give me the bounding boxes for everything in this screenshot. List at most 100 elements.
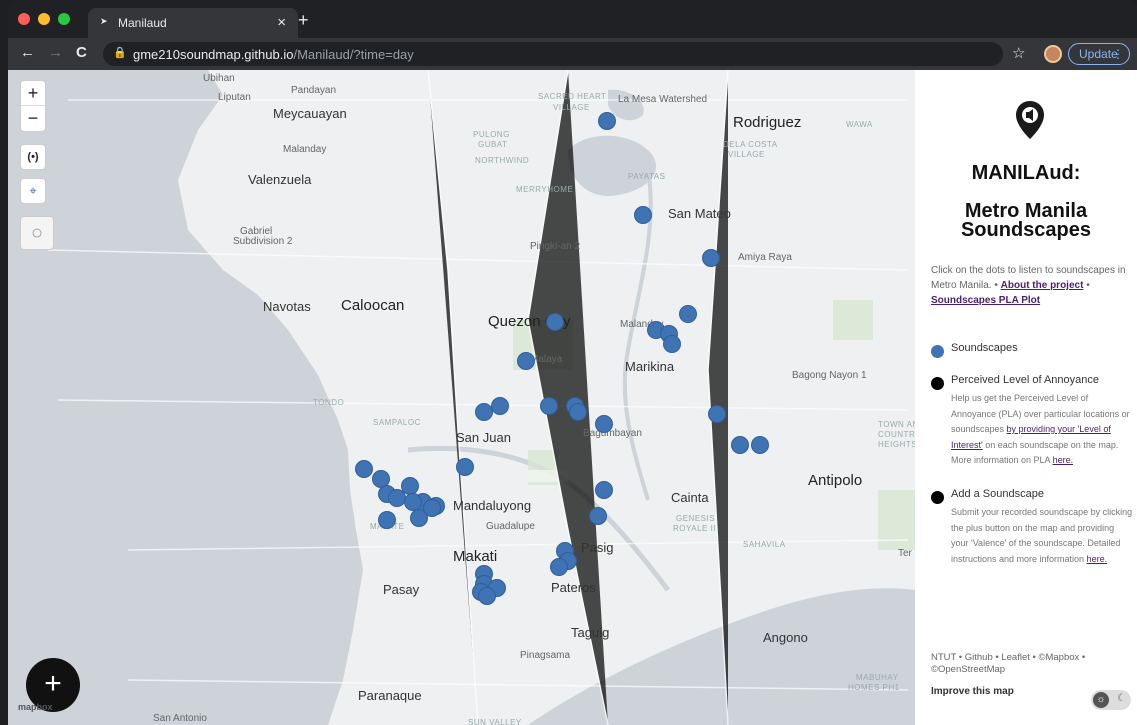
place-label: Navotas xyxy=(263,299,311,314)
profile-avatar[interactable] xyxy=(1044,45,1062,63)
pla-info-link[interactable]: here. xyxy=(1053,455,1074,465)
soundscape-dot[interactable] xyxy=(517,351,536,370)
place-label: Ubihan xyxy=(203,73,235,84)
maximize-window-button[interactable] xyxy=(58,13,70,25)
place-label: NORTHWIND xyxy=(475,156,530,165)
place-label: Meycauayan xyxy=(273,106,347,121)
place-label: Caloocan xyxy=(341,297,405,314)
theme-toggle[interactable]: ☼ ☾ xyxy=(1091,690,1131,710)
map-credits[interactable]: NTUT • Github • Leaflet • ©Mapbox • ©Ope… xyxy=(931,652,1131,676)
place-label: SAHAVILA xyxy=(743,540,786,549)
place-label: PAYATAS xyxy=(628,172,666,181)
soundscape-dot[interactable] xyxy=(549,558,568,577)
place-label: HOMES PH1 xyxy=(848,683,900,692)
intro-separator: • xyxy=(991,280,1001,291)
back-button[interactable]: ← xyxy=(20,44,35,61)
place-label: Pasig xyxy=(581,540,614,555)
sidebar-panel: MANILAud: Metro Manila Soundscapes Click… xyxy=(915,70,1137,725)
place-label: San Juan xyxy=(456,430,511,445)
intro-text: Click on the dots to listen to soundscap… xyxy=(931,263,1133,308)
soundscape-dot[interactable] xyxy=(491,396,510,415)
mapbox-logo[interactable]: mapbox xyxy=(18,702,53,712)
legend-soundscapes-title: Soundscapes xyxy=(951,342,1018,354)
sun-icon: ☼ xyxy=(1093,692,1109,708)
place-label: Liputan xyxy=(218,92,251,103)
moon-icon: ☾ xyxy=(1117,693,1126,704)
url-path: /Manilaud/?time=day xyxy=(293,47,414,62)
place-label: Rodriguez xyxy=(733,114,802,131)
browser-window: ➤ Manilaud × + ← → C 🔒 gme210soundmap.gi… xyxy=(8,0,1137,725)
close-window-button[interactable] xyxy=(18,13,30,25)
soundscape-dot[interactable] xyxy=(731,435,750,454)
place-label: Cainta xyxy=(671,490,709,505)
tab-manilaud[interactable]: ➤ Manilaud × xyxy=(88,8,298,38)
place-label: Pingki-an 2 xyxy=(530,241,581,252)
soundscape-dot[interactable] xyxy=(595,480,613,499)
forward-button[interactable]: → xyxy=(48,44,63,61)
blue-dot-icon xyxy=(931,345,944,358)
url-host: gme210soundmap.github.io xyxy=(133,47,294,62)
tab-favicon-icon: ➤ xyxy=(100,16,108,26)
place-label: TOWN AND xyxy=(878,420,915,429)
update-button[interactable]: Update ⋮ xyxy=(1068,43,1130,65)
zoom-control: + − xyxy=(20,80,46,132)
soundscape-dot[interactable] xyxy=(403,492,422,511)
place-label: Antipolo xyxy=(808,472,863,489)
more-menu-icon[interactable]: ⋮ xyxy=(1112,47,1124,61)
tab-title: Manilaud xyxy=(118,16,167,30)
minimize-window-button[interactable] xyxy=(38,13,50,25)
soundscape-dot[interactable] xyxy=(387,488,406,507)
place-label: Valenzuela xyxy=(248,172,312,187)
black-dot-icon xyxy=(931,377,944,390)
marker-pin-button[interactable]: ⌖ xyxy=(20,178,46,204)
zoom-out-button[interactable]: − xyxy=(21,106,45,131)
soundscape-dot[interactable] xyxy=(588,507,607,526)
soundscape-dot[interactable] xyxy=(679,304,698,323)
improve-map-link[interactable]: Improve this map xyxy=(931,686,1014,697)
place-label: PULONG xyxy=(473,130,510,139)
locate-me-button[interactable]: (•) xyxy=(20,144,46,170)
address-bar[interactable]: 🔒 gme210soundmap.github.io/Manilaud/?tim… xyxy=(103,42,1003,66)
soundscape-dot[interactable] xyxy=(569,402,588,421)
soundscape-dot[interactable] xyxy=(750,435,769,454)
place-label: Pandayan xyxy=(291,85,337,96)
place-label: WAWA xyxy=(846,120,873,129)
place-label: Angono xyxy=(763,630,808,645)
soundscape-dot[interactable] xyxy=(475,402,494,421)
lock-icon: 🔒 xyxy=(113,47,127,59)
bookmark-star-icon[interactable]: ☆ xyxy=(1012,44,1025,62)
place-label: GENESIS xyxy=(676,514,716,523)
place-label: MABUHAY xyxy=(856,673,899,682)
soundscape-dot[interactable] xyxy=(540,396,558,415)
map-basemap xyxy=(8,70,915,725)
tab-strip: ➤ Manilaud × + xyxy=(8,0,1137,38)
app-title: MANILAud: xyxy=(971,162,1081,184)
reload-button[interactable]: C xyxy=(76,44,87,61)
place-label: Bagumbayan xyxy=(583,428,642,439)
place-label: Mandaluyong xyxy=(453,498,532,513)
map-canvas[interactable]: Ubihan Liputan Pandayan Meycauayan SACRED HE… xyxy=(8,70,915,725)
place-label: VILLAGE xyxy=(728,150,765,159)
soundscape-dot[interactable] xyxy=(595,415,613,434)
url-text: gme210soundmap.github.io/Manilaud/?time=… xyxy=(133,47,414,62)
browser-toolbar: ← → C 🔒 gme210soundmap.github.io/Manilau… xyxy=(8,38,1137,70)
about-project-link[interactable]: About the project xyxy=(1001,280,1084,291)
legend-annoyance-title: Perceived Level of Annoyance xyxy=(951,374,1099,386)
place-label: MERRYHOME xyxy=(516,185,574,194)
legend-add-desc: Submit your recorded soundscape by click… xyxy=(951,507,1133,564)
soundscape-dot[interactable] xyxy=(455,458,474,477)
zoom-in-button[interactable]: + xyxy=(21,81,45,106)
place-label: DELA COSTA xyxy=(723,140,778,149)
new-tab-button[interactable]: + xyxy=(298,10,309,31)
intro-separator-2: • xyxy=(1083,280,1090,291)
pla-plot-link[interactable]: Soundscapes PLA Plot xyxy=(931,295,1040,306)
map-pin-logo-icon xyxy=(1016,101,1044,139)
place-label: Malanday xyxy=(283,144,327,155)
place-label: San Antonio xyxy=(153,713,207,724)
place-label: SUN VALLEY xyxy=(468,718,522,725)
place-label: ROYALE II xyxy=(673,524,717,533)
place-label: Taguig xyxy=(571,625,610,640)
search-icon[interactable]: ○ xyxy=(20,216,54,250)
tab-close-icon[interactable]: × xyxy=(277,14,286,31)
instructions-link[interactable]: here. xyxy=(1087,554,1108,564)
